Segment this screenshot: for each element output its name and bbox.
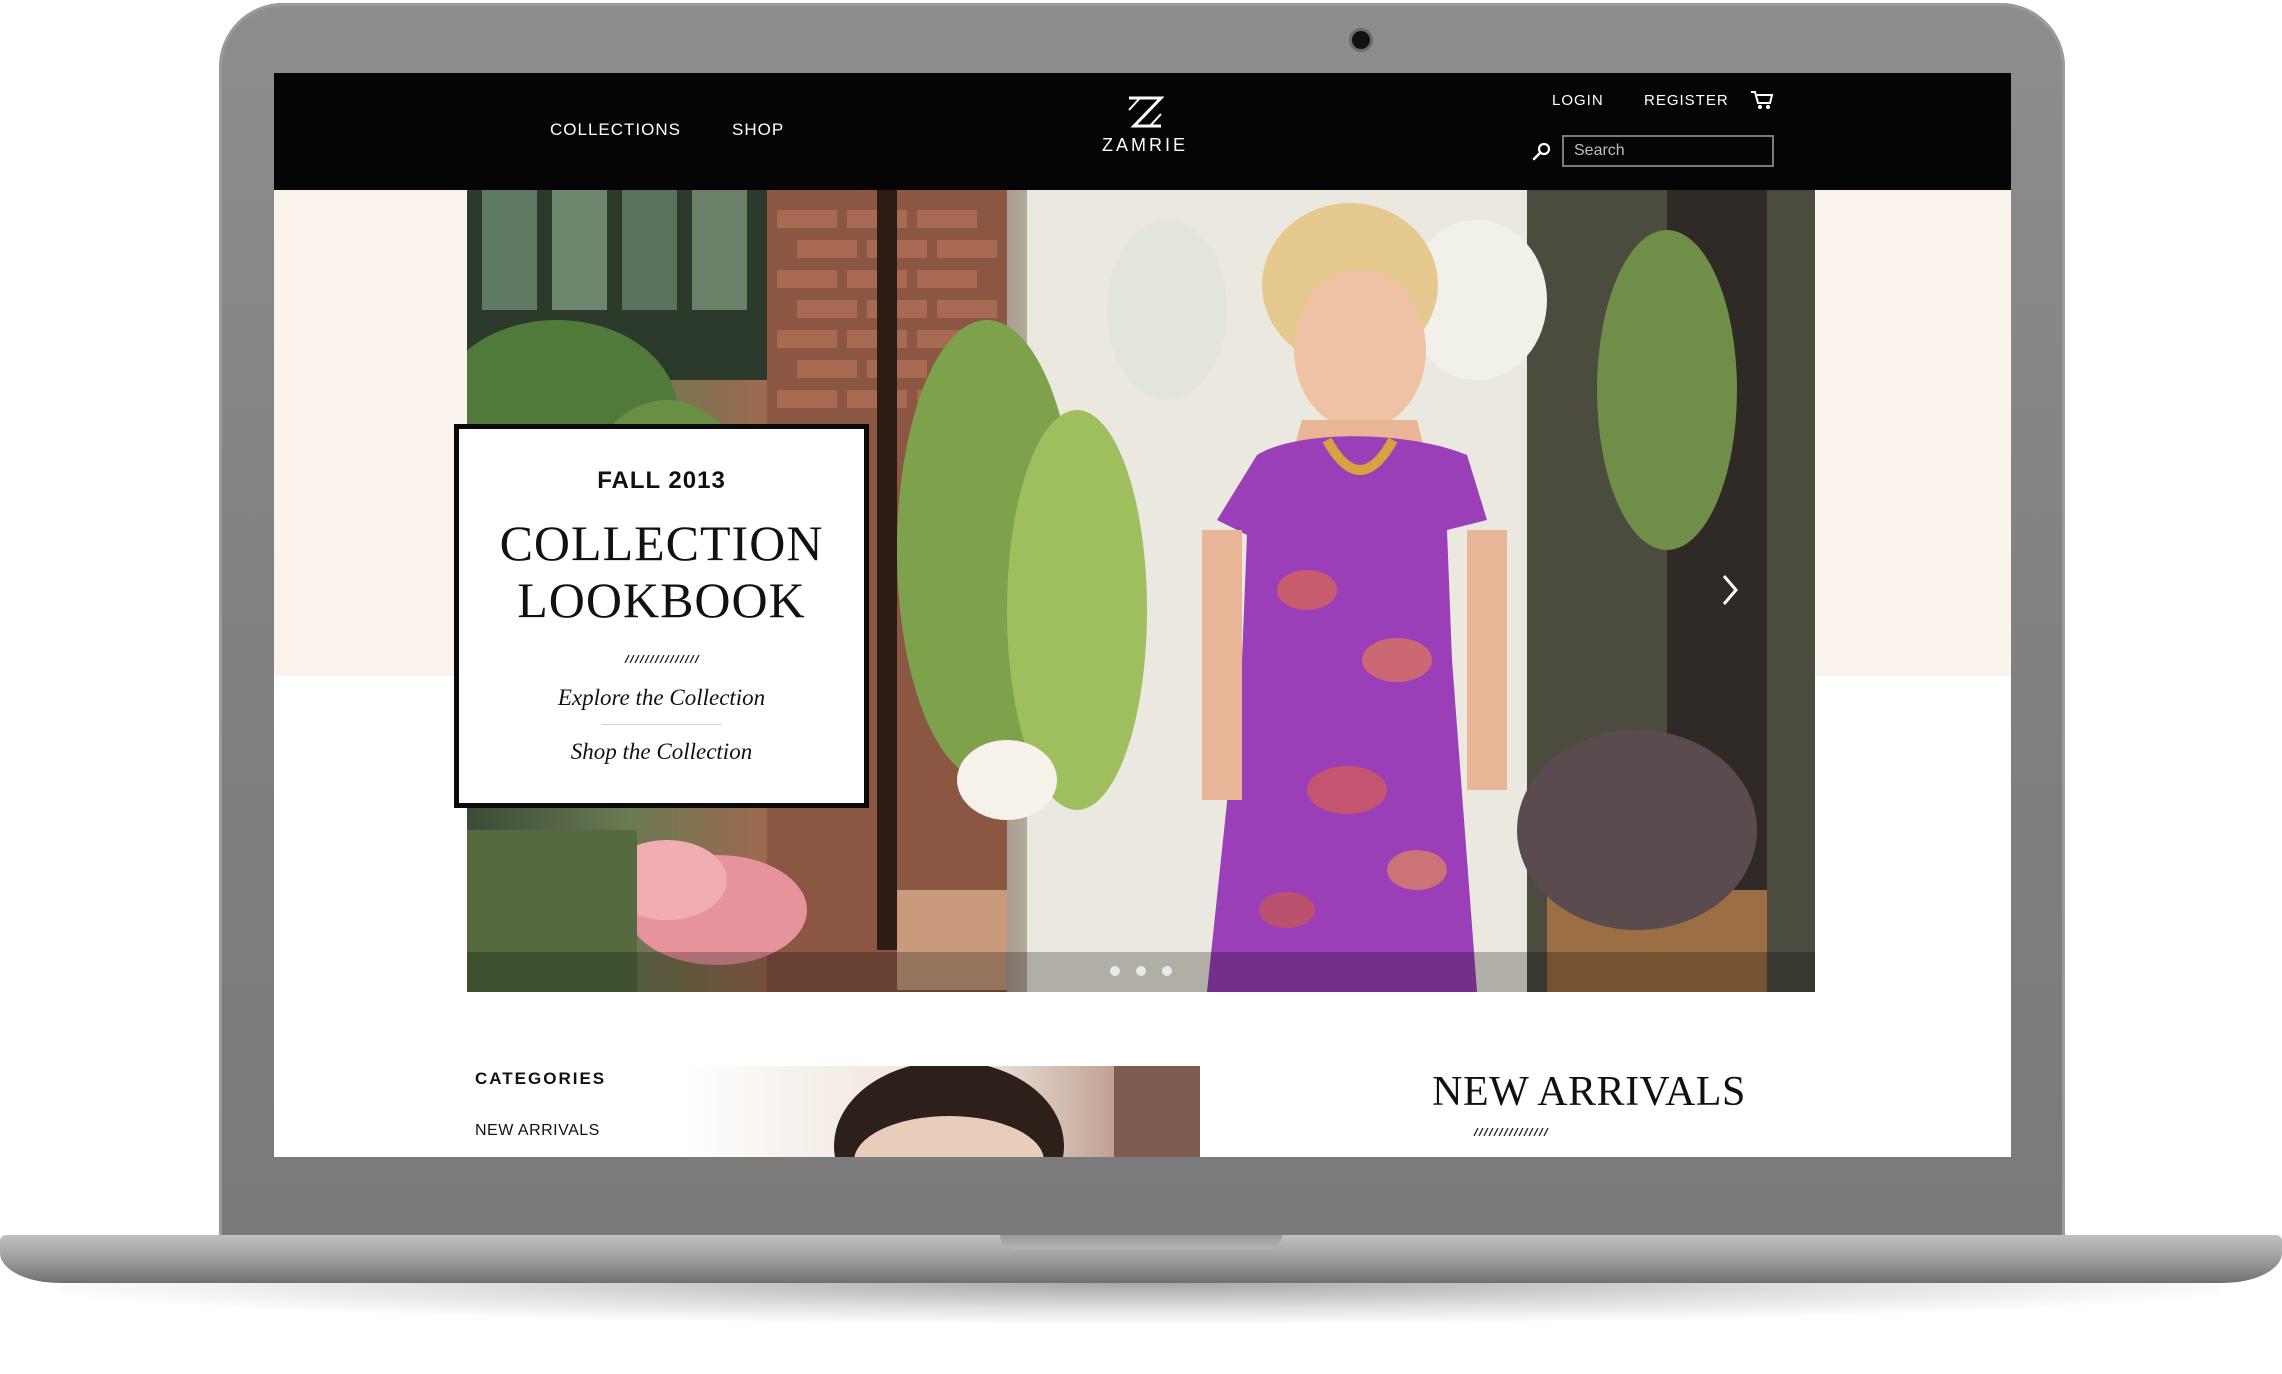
- carousel-dot-1[interactable]: [1110, 966, 1120, 976]
- lookbook-card: FALL 2013 COLLECTION LOOKBOOK Explore th…: [454, 424, 869, 808]
- laptop-opening-notch: [1000, 1235, 1282, 1249]
- model-portrait: [834, 1066, 1200, 1157]
- carousel-dot-2[interactable]: [1136, 966, 1146, 976]
- brand-logo[interactable]: ZAMRIE: [1080, 95, 1210, 156]
- brand-name: ZAMRIE: [1101, 135, 1188, 155]
- new-arrivals-title: NEW ARRIVALS: [1432, 1069, 1746, 1115]
- cart-icon[interactable]: [1750, 89, 1774, 111]
- register-link[interactable]: REGISTER: [1644, 92, 1729, 109]
- carousel-indicator-bar: [467, 952, 1815, 992]
- shop-collection-link[interactable]: Shop the Collection: [459, 739, 864, 765]
- carousel-dot-3[interactable]: [1162, 966, 1172, 976]
- webcam-icon: [1352, 31, 1370, 49]
- nav-collections[interactable]: COLLECTIONS: [550, 120, 681, 140]
- hatch-divider-icon: [1473, 1128, 1549, 1136]
- category-new-arrivals[interactable]: NEW ARRIVALS: [475, 1122, 600, 1140]
- zamrie-monogram-icon: [1128, 96, 1164, 128]
- next-slide-arrow-icon[interactable]: [1720, 572, 1740, 608]
- login-link[interactable]: LOGIN: [1552, 92, 1604, 109]
- hatch-divider-icon: [623, 655, 700, 663]
- card-separator: [601, 724, 722, 725]
- search-input[interactable]: [1562, 135, 1774, 167]
- laptop-shadow: [60, 1283, 2222, 1323]
- categories-heading: CATEGORIES: [475, 1069, 607, 1088]
- lookbook-season: FALL 2013: [597, 467, 726, 494]
- lookbook-title: COLLECTION LOOKBOOK: [499, 515, 824, 628]
- search-icon[interactable]: [1532, 141, 1552, 161]
- site-header: COLLECTIONS SHOP ZAMRIE LOGIN REGISTER: [274, 73, 2011, 190]
- explore-collection-link[interactable]: Explore the Collection: [459, 685, 864, 711]
- nav-shop[interactable]: SHOP: [732, 120, 784, 140]
- browser-screen: COLLECTIONS SHOP ZAMRIE LOGIN REGISTER S…: [274, 73, 2011, 1157]
- promo-image[interactable]: [684, 1066, 1200, 1157]
